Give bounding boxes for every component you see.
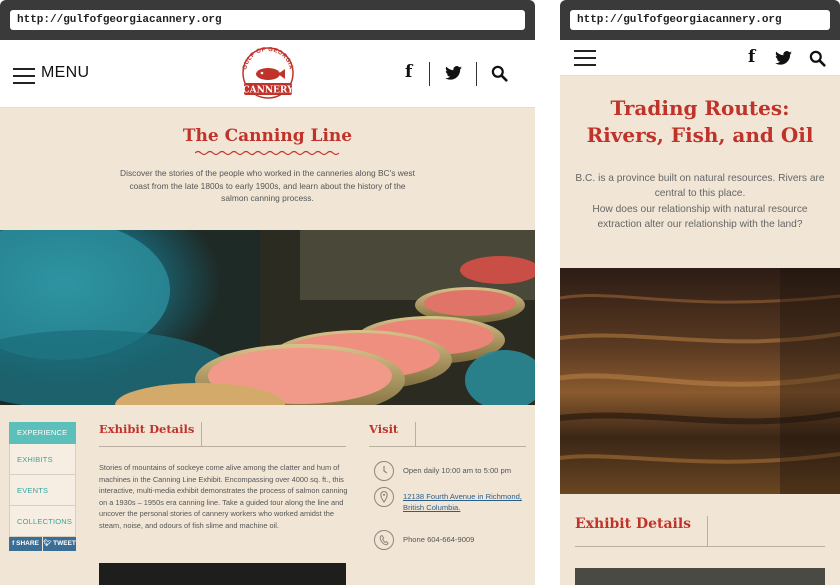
page-title: Trading Routes: Rivers, Fish, and Oil	[586, 96, 814, 147]
exhibit-photo-thumbnail	[99, 563, 346, 585]
sidebar-item-events[interactable]: EVENTS	[9, 475, 76, 506]
header-divider	[429, 62, 430, 86]
page-title: The Canning Line	[182, 126, 353, 146]
address-bar[interactable]: http://gulfofgeorgiacannery.org	[570, 10, 830, 30]
visit-hours: Open daily 10:00 am to 5:00 pm	[403, 466, 512, 475]
sidebar-item-collections[interactable]: COLLECTIONS	[9, 506, 76, 537]
sidebar-item-experience[interactable]: EXPERIENCE	[9, 422, 76, 444]
section-rule	[575, 546, 825, 547]
section-sidebar-nav: EXPERIENCE EXHIBITS EVENTS COLLECTIONS f…	[9, 422, 76, 551]
exhibit-details-heading: Exhibit Details	[575, 516, 692, 532]
twitter-icon[interactable]	[445, 66, 462, 80]
share-bar: f SHARE 🐦︎ TWEET	[9, 537, 76, 551]
hamburger-menu-icon[interactable]	[13, 68, 35, 84]
address-bar[interactable]: http://gulfofgeorgiacannery.org	[10, 10, 525, 30]
site-header: MENU GULF OF GEORGIA CANNERY f	[0, 40, 535, 108]
exhibit-details-text: Stories of mountains of sockeye come ali…	[99, 463, 348, 530]
browser-window-mobile: http://gulfofgeorgiacannery.org f Tradin…	[560, 0, 840, 585]
facebook-icon[interactable]: f	[405, 62, 412, 82]
svg-text:GULF OF GEORGIA: GULF OF GEORGIA	[242, 47, 294, 71]
section-rule	[99, 446, 346, 447]
logo-arc-text: GULF OF GEORGIA	[242, 47, 293, 71]
search-icon[interactable]	[491, 65, 508, 82]
hero-photo-salmon-cans	[0, 230, 535, 405]
hamburger-menu-icon[interactable]	[574, 50, 596, 66]
sidebar-item-exhibits[interactable]: EXHIBITS	[9, 444, 76, 475]
site-header-mobile: f	[560, 40, 840, 76]
section-divider	[201, 422, 202, 446]
hero-photo-wood-texture	[560, 268, 840, 494]
visit-phone: Phone 604-664-9009	[403, 535, 475, 544]
intro-line: B.C. is a province built on natural reso…	[575, 173, 825, 200]
logo-wordmark: CANNERY	[242, 86, 294, 96]
share-facebook-button[interactable]: f SHARE	[9, 537, 42, 551]
visit-address-link[interactable]: 12138 Fourth Avenue in Richmond, British…	[403, 491, 535, 513]
title-underline-ornament	[195, 150, 340, 156]
phone-icon	[374, 530, 394, 550]
visit-heading: Visit	[369, 422, 399, 436]
clock-icon	[374, 461, 394, 481]
search-icon[interactable]	[809, 50, 826, 67]
intro-line: How does our relationship with natural r…	[592, 203, 808, 230]
browser-window-desktop: http://gulfofgeorgiacannery.org MENU GUL…	[0, 0, 535, 585]
exhibit-details-heading: Exhibit Details	[99, 422, 195, 436]
cannery-logo[interactable]: GULF OF GEORGIA CANNERY	[238, 45, 298, 103]
section-divider	[707, 516, 708, 546]
browser-toolbar: http://gulfofgeorgiacannery.org	[0, 0, 535, 40]
menu-label[interactable]: MENU	[41, 64, 89, 82]
share-twitter-button[interactable]: 🐦︎ TWEET	[43, 537, 76, 551]
browser-toolbar: http://gulfofgeorgiacannery.org	[560, 0, 840, 40]
section-divider	[415, 422, 416, 446]
location-pin-icon	[374, 487, 394, 507]
exhibit-photo-thumbnails	[575, 568, 825, 585]
twitter-icon[interactable]	[775, 51, 792, 65]
intro-paragraph: B.C. is a province built on natural reso…	[574, 171, 826, 232]
intro-paragraph: Discover the stories of the people who w…	[120, 168, 415, 204]
facebook-icon[interactable]: f	[748, 47, 755, 67]
section-rule	[369, 446, 526, 447]
header-divider	[476, 62, 477, 86]
